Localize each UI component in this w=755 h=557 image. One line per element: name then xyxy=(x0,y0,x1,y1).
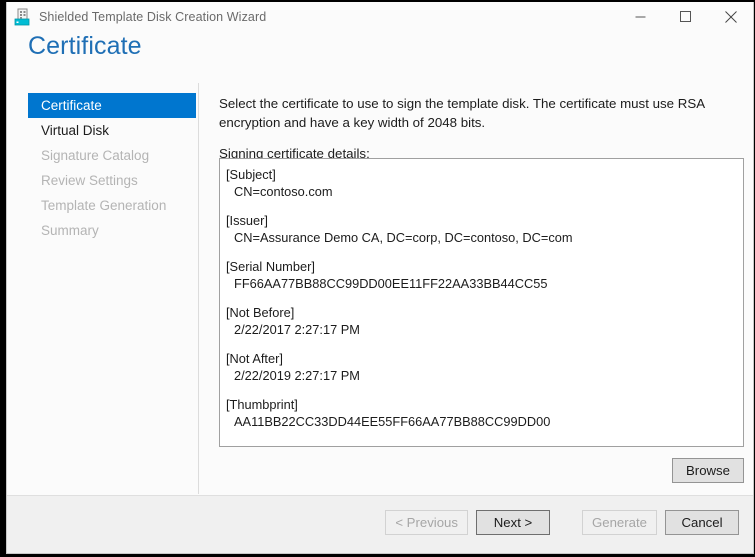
button-spacer xyxy=(558,510,574,535)
cert-field-value: 2/22/2019 2:27:17 PM xyxy=(226,367,737,384)
cert-field-value: 2/22/2017 2:27:17 PM xyxy=(226,321,737,338)
cert-field-key: [Issuer] xyxy=(226,212,737,229)
minimize-icon[interactable] xyxy=(618,2,663,31)
sidebar-item-virtual-disk[interactable]: Virtual Disk xyxy=(28,118,196,143)
header-band: Certificate xyxy=(7,31,753,83)
sidebar-item-certificate[interactable]: Certificate xyxy=(28,93,196,118)
cert-field-value: AA11BB22CC33DD44EE55FF66AA77BB88CC99DD00 xyxy=(226,413,737,430)
cancel-button[interactable]: Cancel xyxy=(665,510,739,535)
sidebar-item-template-generation: Template Generation xyxy=(28,193,196,218)
wizard-navigation-buttons: < Previous Next > Generate Cancel xyxy=(385,510,739,535)
cert-field-key: [Subject] xyxy=(226,166,737,183)
sidebar-item-label: Signature Catalog xyxy=(41,148,149,163)
shielded-disk-icon xyxy=(13,7,33,27)
previous-button: < Previous xyxy=(385,510,468,535)
cert-field-key: [Not Before] xyxy=(226,304,737,321)
cert-field-not-before: [Not Before] 2/22/2017 2:27:17 PM xyxy=(226,304,737,338)
sidebar-item-review-settings: Review Settings xyxy=(28,168,196,193)
cert-field-subject: [Subject] CN=contoso.com xyxy=(226,166,737,200)
title-bar: Shielded Template Disk Creation Wizard xyxy=(7,2,753,31)
sidebar-item-label: Review Settings xyxy=(41,173,138,188)
certificate-details-box[interactable]: [Subject] CN=contoso.com [Issuer] CN=Ass… xyxy=(219,158,744,447)
cert-field-key: [Serial Number] xyxy=(226,258,737,275)
browse-row: Browse xyxy=(219,458,744,483)
cert-field-not-after: [Not After] 2/22/2019 2:27:17 PM xyxy=(226,350,737,384)
sidebar-item-label: Summary xyxy=(41,223,99,238)
cert-field-serial-number: [Serial Number] FF66AA77BB88CC99DD00EE11… xyxy=(226,258,737,292)
next-button[interactable]: Next > xyxy=(476,510,550,535)
cert-field-key: [Thumbprint] xyxy=(226,396,737,413)
page-title: Certificate xyxy=(28,32,142,61)
cert-field-issuer: [Issuer] CN=Assurance Demo CA, DC=corp, … xyxy=(226,212,737,246)
generate-button: Generate xyxy=(582,510,657,535)
wizard-window: Shielded Template Disk Creation Wizard C… xyxy=(6,2,754,554)
cert-field-thumbprint: [Thumbprint] AA11BB22CC33DD44EE55FF66AA7… xyxy=(226,396,737,430)
sidebar-item-label: Certificate xyxy=(41,98,102,113)
content-pane: Select the certificate to use to sign th… xyxy=(199,83,753,494)
cert-field-value: CN=contoso.com xyxy=(226,183,737,200)
sidebar-item-signature-catalog: Signature Catalog xyxy=(28,143,196,168)
wizard-steps-sidebar: Certificate Virtual Disk Signature Catal… xyxy=(7,83,199,494)
instruction-text: Select the certificate to use to sign th… xyxy=(219,94,741,132)
close-icon[interactable] xyxy=(708,2,753,31)
browse-button[interactable]: Browse xyxy=(672,458,744,483)
body-area: Certificate Virtual Disk Signature Catal… xyxy=(7,83,753,494)
window-controls xyxy=(618,2,753,31)
sidebar-item-label: Virtual Disk xyxy=(41,123,109,138)
sidebar-item-summary: Summary xyxy=(28,218,196,243)
cert-field-key: [Not After] xyxy=(226,350,737,367)
maximize-icon[interactable] xyxy=(663,2,708,31)
footer-bar: < Previous Next > Generate Cancel xyxy=(7,495,753,553)
sidebar-item-label: Template Generation xyxy=(41,198,166,213)
window-title: Shielded Template Disk Creation Wizard xyxy=(39,10,266,24)
cert-field-value: FF66AA77BB88CC99DD00EE11FF22AA33BB44CC55 xyxy=(226,275,737,292)
cert-field-value: CN=Assurance Demo CA, DC=corp, DC=contos… xyxy=(226,229,737,246)
